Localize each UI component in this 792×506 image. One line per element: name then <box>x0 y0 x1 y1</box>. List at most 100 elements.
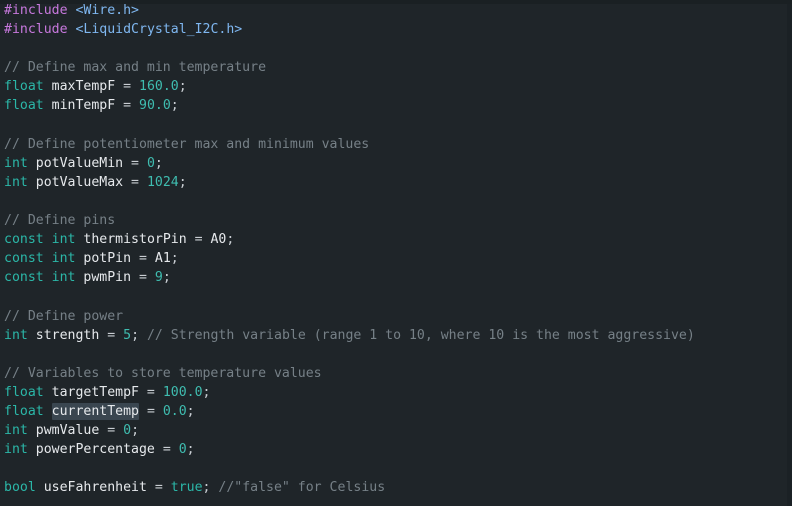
code-token: float <box>4 98 44 114</box>
code-token: // Define potentiometer max and minimum … <box>4 136 370 152</box>
code-token: minTempF <box>43 98 124 114</box>
code-token: int <box>51 251 76 267</box>
code-token: //"false" for Celsius <box>218 480 386 496</box>
code-line[interactable]: // Define max and min temperature <box>4 58 792 77</box>
code-token: ; <box>186 403 195 419</box>
code-token: ; <box>131 327 147 343</box>
code-token: 0 <box>123 423 132 439</box>
code-token: = <box>123 79 139 95</box>
code-token: potValueMax <box>27 174 132 190</box>
code-token: = <box>194 232 211 248</box>
code-line[interactable] <box>4 116 792 135</box>
code-line[interactable]: // Variables to store temperature values <box>4 364 792 383</box>
code-token: A0 <box>210 232 227 248</box>
code-token: const <box>4 251 44 267</box>
code-token: = <box>162 442 179 458</box>
code-token: 0 <box>178 442 187 458</box>
code-token: thermistorPin <box>75 232 195 248</box>
code-token: pwmPin <box>75 270 140 286</box>
code-token: = <box>107 423 124 439</box>
code-line[interactable] <box>4 39 792 58</box>
code-token: potPin <box>75 251 140 267</box>
code-token: true <box>170 480 203 496</box>
code-token: ; <box>170 251 179 267</box>
code-token: A1 <box>154 251 171 267</box>
code-token: = <box>131 155 147 171</box>
code-token: bool <box>4 480 36 496</box>
code-line[interactable] <box>4 459 792 478</box>
code-token: ; <box>226 232 235 248</box>
code-token: 100.0 <box>162 384 203 400</box>
code-token: targetTempF <box>43 384 147 400</box>
code-token: ; <box>154 155 163 171</box>
code-token: = <box>139 403 163 419</box>
code-token: pwmValue <box>27 423 108 439</box>
code-line[interactable]: const int thermistorPin = A0; <box>4 230 792 249</box>
code-line[interactable]: int powerPercentage = 0; <box>4 440 792 459</box>
code-token: = <box>146 384 163 400</box>
code-line[interactable]: // Define power <box>4 307 792 326</box>
code-token: 90.0 <box>139 98 171 114</box>
code-editor[interactable]: #include <Wire.h> #include <LiquidCrystal… <box>0 0 792 506</box>
code-token: strength <box>27 327 108 343</box>
code-token: useFahrenheit <box>35 480 155 496</box>
code-token: maxTempF <box>43 79 124 95</box>
code-line[interactable] <box>4 287 792 306</box>
code-token: ; <box>202 480 219 496</box>
code-token: ; <box>162 270 171 286</box>
code-token: float <box>4 384 44 400</box>
code-line[interactable]: const int potPin = A1; <box>4 249 792 268</box>
code-token: 160.0 <box>139 79 179 95</box>
code-token: int <box>51 232 76 248</box>
code-token: // Define max and min temperature <box>4 60 267 76</box>
code-token: ; <box>186 442 195 458</box>
code-token: powerPercentage <box>27 442 163 458</box>
code-line[interactable] <box>4 192 792 211</box>
code-line[interactable]: float currentTemp = 0.0; <box>0 401 792 422</box>
code-token: = <box>123 98 139 114</box>
code-token: int <box>4 442 28 458</box>
code-line[interactable]: float targetTempF = 100.0; <box>4 383 792 402</box>
vertical-scrollbar[interactable] <box>787 0 792 506</box>
code-token: int <box>51 270 76 286</box>
code-token: // Define power <box>4 308 124 324</box>
code-line[interactable]: bool useFahrenheit = true; //"false" for… <box>4 478 792 497</box>
code-line[interactable]: float minTempF = 90.0; <box>4 96 792 115</box>
code-token: = <box>154 480 171 496</box>
code-token: #include <box>4 22 68 38</box>
code-token: ; <box>131 423 140 439</box>
code-token: = <box>139 251 155 267</box>
code-token: int <box>4 155 28 171</box>
code-line[interactable]: #include <LiquidCrystal_I2C.h> <box>4 20 792 39</box>
code-line[interactable] <box>4 345 792 364</box>
code-text-area[interactable]: #include <Wire.h> #include <LiquidCrystal… <box>0 0 792 506</box>
code-line[interactable]: int potValueMax = 1024; <box>4 173 792 192</box>
code-line[interactable]: int potValueMin = 0; <box>4 154 792 173</box>
code-line[interactable]: float maxTempF = 160.0; <box>4 77 792 96</box>
code-token: ; <box>202 384 211 400</box>
code-token: potValueMin <box>27 155 132 171</box>
code-token: 0 <box>146 155 155 171</box>
code-token: int <box>4 423 28 439</box>
code-token: 5 <box>123 327 132 343</box>
code-token: // Variables to store temperature values <box>4 365 322 381</box>
code-line[interactable]: int strength = 5; // Strength variable (… <box>4 326 792 345</box>
code-token: = <box>139 270 155 286</box>
code-token: 0.0 <box>162 403 187 419</box>
code-line[interactable]: const int pwmPin = 9; <box>4 268 792 287</box>
code-token: ; <box>178 174 187 190</box>
code-token: float <box>4 403 44 419</box>
code-line[interactable]: // Define potentiometer max and minimum … <box>4 135 792 154</box>
code-token: <LiquidCrystal_I2C.h> <box>75 22 243 38</box>
code-token: const <box>4 270 44 286</box>
code-token: <Wire.h> <box>75 3 140 18</box>
selected-word: currentTemp <box>51 402 139 420</box>
code-line[interactable]: // Define pins <box>4 211 792 230</box>
code-line[interactable]: int pwmValue = 0; <box>4 421 792 440</box>
code-token: ; <box>170 98 179 114</box>
code-token: float <box>4 79 44 95</box>
